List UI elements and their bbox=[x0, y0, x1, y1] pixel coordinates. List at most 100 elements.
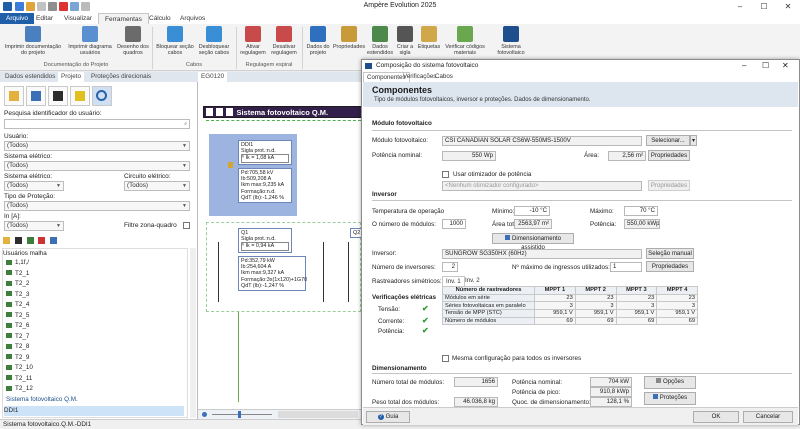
unlock-cables-button[interactable]: Desbloquear seção cabos bbox=[194, 26, 234, 56]
mppt-value-cell[interactable]: 23 bbox=[574, 293, 617, 303]
protections-button[interactable]: Proteções bbox=[644, 392, 696, 405]
ok-button[interactable]: OK bbox=[693, 411, 739, 423]
zoom-slider-handle[interactable] bbox=[238, 411, 241, 418]
deactivate-regulation-button[interactable]: Desativar regulagem bbox=[268, 26, 300, 56]
mppt-value-cell[interactable]: 3 bbox=[574, 301, 617, 311]
print-documentation-button[interactable]: Imprimir documentação do projeto bbox=[2, 26, 64, 56]
num-inverters-field[interactable]: 2 bbox=[442, 262, 458, 272]
tab-arquivo[interactable]: Arquivo bbox=[0, 13, 35, 24]
properties-button[interactable]: Propriedades bbox=[332, 26, 366, 50]
search-icon[interactable] bbox=[92, 86, 112, 106]
bus-icon[interactable] bbox=[70, 86, 90, 106]
module-dropdown-button[interactable]: ▾ bbox=[690, 135, 697, 146]
total-weight-field[interactable]: 46.036,8 kg bbox=[454, 397, 498, 407]
tab-ferramentas[interactable]: Ferramentas bbox=[98, 13, 149, 24]
verify-material-codes-button[interactable]: Verificar códigos materiais bbox=[442, 26, 488, 56]
tab-editar[interactable]: Editar bbox=[30, 13, 59, 24]
tab-project[interactable]: Projeto bbox=[58, 72, 84, 82]
tree-item[interactable]: T2_11 bbox=[6, 374, 32, 384]
close-icon[interactable]: ✕ bbox=[782, 60, 789, 72]
blue-icon[interactable] bbox=[50, 237, 58, 244]
tree-item[interactable]: T2_4 bbox=[6, 300, 29, 310]
diagram-header[interactable]: Sistema fotovoltaico Q.M. bbox=[203, 106, 363, 118]
draw-boards-button[interactable]: Desenho dos quadros bbox=[116, 26, 150, 56]
close-icon[interactable]: ✕ bbox=[776, 0, 800, 13]
horizontal-scrollbar[interactable] bbox=[278, 411, 358, 418]
photovoltaic-system-button[interactable]: Sistema fotovoltaico bbox=[492, 26, 530, 56]
minimize-icon[interactable]: – bbox=[742, 60, 746, 72]
maximize-icon[interactable]: ☐ bbox=[762, 60, 769, 72]
nominal-power-field[interactable]: 550 Wp bbox=[442, 151, 496, 161]
tree-item[interactable]: T2_8 bbox=[6, 342, 29, 352]
tab-visualizar[interactable]: Visualizar bbox=[58, 13, 98, 24]
tree-item[interactable]: T2_6 bbox=[6, 321, 29, 331]
optimizer-select[interactable]: <Nenhum otimizador configurado> bbox=[442, 181, 642, 191]
power-field[interactable]: 550,00 kWp bbox=[624, 219, 660, 229]
inverter-field[interactable]: SUNGROW SG350HX (60Hz) bbox=[442, 249, 642, 259]
diagram-canvas[interactable]: Sistema fotovoltaico Q.M. DDI1 Sigla pro… bbox=[198, 82, 368, 409]
optimizer-properties-button[interactable]: Propriedades bbox=[648, 180, 690, 191]
module-field[interactable]: CSI CANADIAN SOLAR CS6W-550MS-1500V bbox=[442, 136, 642, 146]
tab-eg0120[interactable]: EG0120 bbox=[198, 72, 228, 82]
tree-item[interactable]: T2_12 bbox=[6, 384, 33, 394]
select-module-button[interactable]: Selecionar... bbox=[646, 135, 690, 146]
inverter-properties-button[interactable]: Propriedades bbox=[646, 261, 694, 272]
in-select[interactable]: (Todos) ▼ bbox=[4, 221, 64, 231]
minimize-icon[interactable]: – bbox=[728, 0, 752, 13]
nominal-power-total-field[interactable]: 704 kW bbox=[590, 377, 632, 387]
module-properties-button[interactable]: Propriedades bbox=[648, 150, 690, 161]
zoom-slider[interactable] bbox=[212, 414, 272, 415]
mppt-value-cell[interactable]: 3 bbox=[534, 301, 576, 311]
circuito-select[interactable]: (Todos) ▼ bbox=[124, 181, 190, 191]
lock-cables-button[interactable]: Bloquear seção cabos bbox=[156, 26, 194, 56]
tab-extended-data[interactable]: Dados estendidos bbox=[2, 72, 58, 82]
cancel-button[interactable]: Cancelar bbox=[743, 411, 793, 423]
tab-cables[interactable]: Cabos bbox=[432, 72, 456, 82]
mppt-value-cell[interactable]: 3 bbox=[615, 301, 658, 311]
sizing-ratio-field[interactable]: 128,1 % bbox=[590, 397, 632, 407]
tree-item[interactable]: T2_1 bbox=[6, 269, 29, 279]
peak-power-field[interactable]: 910,8 kWp bbox=[590, 387, 632, 397]
ground-icon[interactable] bbox=[48, 86, 68, 106]
total-modules-field[interactable]: 1656 bbox=[454, 377, 498, 387]
red-icon[interactable] bbox=[38, 237, 46, 244]
tree-item[interactable]: T2_2 bbox=[6, 279, 29, 289]
tree-item-selected[interactable]: DDI1 bbox=[4, 406, 184, 416]
folder-icon[interactable] bbox=[3, 237, 10, 244]
filtro-checkbox[interactable] bbox=[183, 222, 190, 229]
usuario-select[interactable]: (Todos) ▼ bbox=[4, 141, 190, 151]
tree-item[interactable]: T2_7 bbox=[6, 332, 29, 342]
assisted-sizing-button[interactable]: Dimensionamento assistido bbox=[492, 233, 574, 251]
sistema-select[interactable]: (Todos) ▼ bbox=[4, 161, 190, 171]
users-icon[interactable] bbox=[26, 86, 46, 106]
sistema2-select[interactable]: (Todos) ▼ bbox=[4, 181, 64, 191]
maximize-icon[interactable]: ☐ bbox=[752, 0, 776, 13]
mppt-value-cell[interactable]: 3 bbox=[656, 301, 698, 311]
tree-item[interactable]: 1,1f,/ bbox=[6, 258, 29, 268]
area-field[interactable]: 2,56 m² bbox=[608, 151, 646, 161]
tipo-select[interactable]: (Todos) ▼ bbox=[4, 201, 190, 211]
manual-selection-button[interactable]: Seleção manual bbox=[646, 248, 694, 259]
tree-item[interactable]: T2_5 bbox=[6, 311, 29, 321]
mppt-value-cell[interactable]: 23 bbox=[615, 293, 658, 303]
tab-calculo[interactable]: Cálculo bbox=[143, 13, 177, 24]
tree-item[interactable]: T2_9 bbox=[6, 353, 29, 363]
tree-group-pv[interactable]: Sistema fotovoltaico Q.M. bbox=[6, 395, 78, 405]
print-diagram-button[interactable]: Imprimir diagrama usuários bbox=[66, 26, 114, 56]
create-acronym-button[interactable]: Criar a sigla bbox=[394, 26, 416, 56]
zoom-icon[interactable] bbox=[202, 412, 207, 417]
project-data-button[interactable]: Dados do projeto bbox=[304, 26, 332, 56]
guide-button[interactable]: ? Guia bbox=[366, 411, 410, 423]
mppt-value-cell[interactable]: 23 bbox=[534, 293, 576, 303]
green-icon[interactable] bbox=[26, 237, 34, 244]
labels-button[interactable]: Etiquetas bbox=[416, 26, 442, 50]
tab-inv-2[interactable]: Inv. 2 bbox=[462, 276, 483, 286]
tab-arquivos[interactable]: Arquivos bbox=[174, 13, 211, 24]
tab-directional-protections[interactable]: Proteções direcionais bbox=[88, 72, 154, 82]
mppt-value-cell[interactable]: 23 bbox=[656, 293, 698, 303]
search-input[interactable]: ⌕ bbox=[4, 119, 190, 129]
tool-icon[interactable] bbox=[14, 237, 22, 244]
hierarchy-icon[interactable] bbox=[4, 86, 24, 106]
tree-item[interactable]: T2_10 bbox=[6, 363, 33, 373]
same-config-checkbox[interactable] bbox=[442, 355, 449, 362]
